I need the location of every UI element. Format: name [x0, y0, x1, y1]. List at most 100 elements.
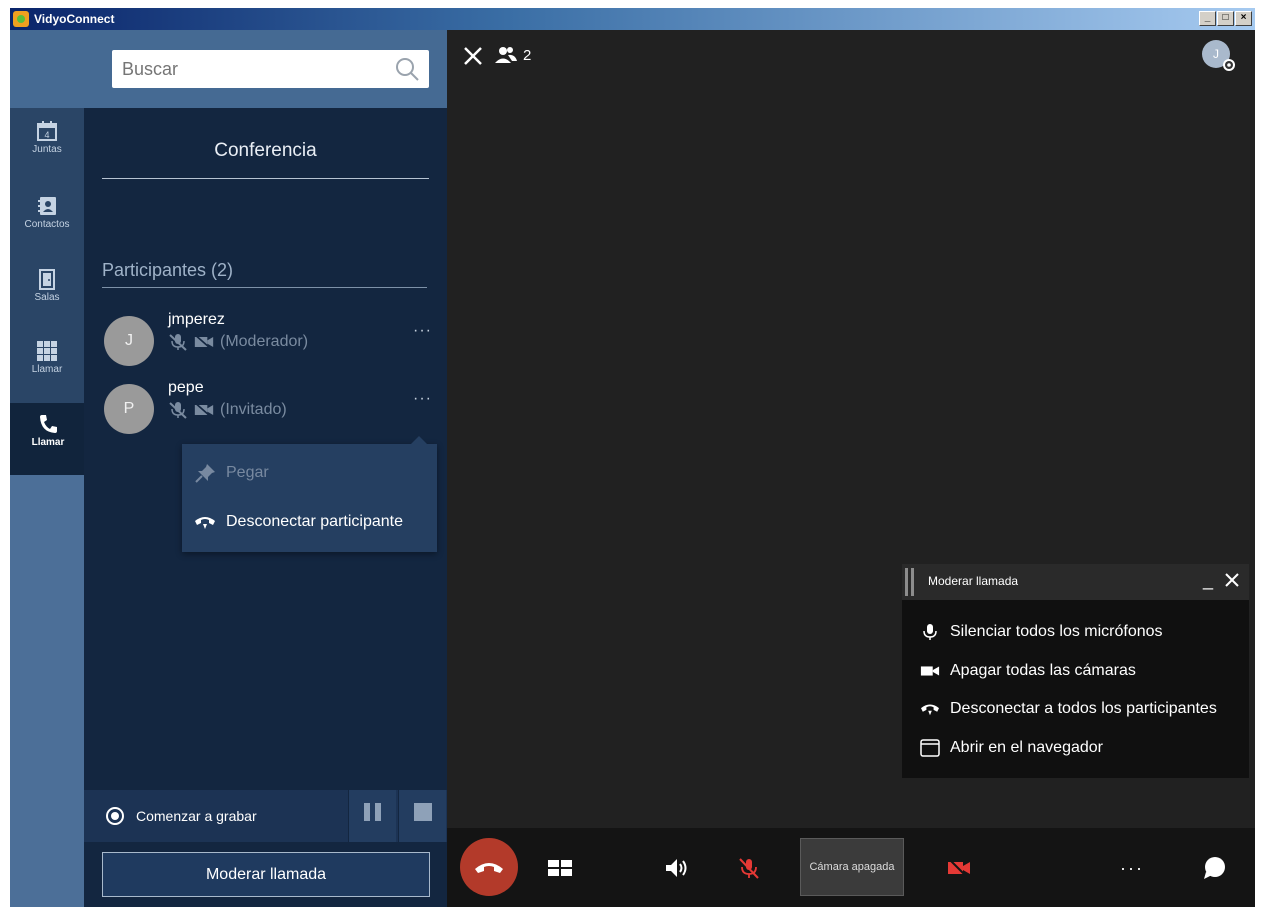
drag-handle-icon[interactable]: [905, 568, 915, 596]
start-recording-button[interactable]: Comenzar a grabar: [84, 790, 347, 842]
conference-title-divider: [102, 178, 429, 179]
recording-bar: Comenzar a grabar: [84, 790, 447, 842]
minimize-popup-button[interactable]: _: [1203, 570, 1213, 591]
camera-off-icon: [194, 334, 214, 350]
moderate-call-button[interactable]: Moderar llamada: [102, 852, 430, 897]
start-recording-label: Comenzar a grabar: [136, 808, 257, 824]
participant-status: (Invitado): [168, 401, 287, 419]
layout-button[interactable]: [543, 840, 577, 896]
participants-divider: [102, 287, 427, 288]
disconnect-participant-menu-item[interactable]: Desconectar participante: [194, 510, 403, 534]
nav-rail-bottom: [10, 475, 84, 907]
phone-icon: [40, 415, 57, 433]
minimize-window-button[interactable]: _: [1199, 11, 1216, 26]
more-options-button[interactable]: ···: [1114, 840, 1150, 896]
nav-item-call[interactable]: Llamar: [10, 403, 84, 475]
nav-item-label: Juntas: [32, 144, 62, 155]
moderate-popup-header: Moderar llamada _: [902, 564, 1249, 600]
disconnect-all-participants-item[interactable]: Desconectar a todos los participantes: [920, 697, 1217, 721]
moderate-area: Moderar llamada: [84, 842, 447, 907]
nav-item-label: Salas: [34, 292, 60, 303]
self-avatar-settings-button[interactable]: J: [1202, 40, 1235, 71]
participant-status: (Moderador): [168, 333, 308, 351]
nav-rail-top: [10, 30, 84, 108]
participant-more-button[interactable]: ···: [413, 390, 432, 408]
nav-item-juntas[interactable]: 4 Juntas: [10, 110, 84, 182]
chat-button[interactable]: [1198, 840, 1232, 896]
participants-icon: [495, 47, 517, 63]
speaker-button[interactable]: [660, 840, 694, 896]
mic-muted-icon: [169, 334, 187, 351]
nav-item-label: Contactos: [24, 219, 70, 230]
chat-bubble-icon: [1204, 857, 1225, 879]
participant-count: 2: [523, 46, 532, 64]
search-area: [84, 30, 447, 108]
nav-item-contactos[interactable]: Contactos: [10, 185, 84, 257]
microphone-icon: [923, 624, 937, 640]
nav-item-dialpad[interactable]: Llamar: [10, 330, 84, 402]
camera-toggle-button[interactable]: [942, 840, 976, 896]
camera-off-icon: [194, 402, 214, 418]
popup-item-label: Desconectar a todos los participantes: [950, 700, 1217, 717]
hangup-icon: [195, 517, 215, 529]
svg-text:4: 4: [44, 130, 49, 140]
hangup-icon: [475, 863, 503, 873]
layout-grid-icon: [548, 860, 572, 876]
open-in-browser-item[interactable]: Abrir en el navegador: [920, 736, 1103, 760]
close-panel-icon[interactable]: [463, 46, 483, 66]
participant-more-button[interactable]: ···: [413, 322, 432, 340]
close-window-button[interactable]: ×: [1235, 11, 1252, 26]
camera-icon: [920, 666, 940, 676]
window-title-bar: VidyoConnect _ □ ×: [10, 8, 1255, 30]
pin-icon: [195, 464, 215, 483]
participant-row[interactable]: P pepe (Invitado) ···: [102, 379, 432, 444]
window-title: VidyoConnect: [34, 12, 115, 26]
nav-item-salas[interactable]: Salas: [10, 258, 84, 330]
contacts-icon: [38, 197, 56, 215]
speaker-icon: [666, 859, 687, 877]
door-icon: [39, 269, 55, 290]
nav-rail: 4 Juntas Contactos Salas Llamar Llamar: [10, 30, 84, 907]
record-icon: [106, 807, 124, 825]
camera-preview-off: Cámara apagada: [800, 838, 904, 896]
participants-heading: Participantes (2): [102, 260, 234, 280]
popup-item-label: Silenciar todos los micrófonos: [950, 623, 1163, 640]
conference-title: Conferencia: [214, 140, 317, 161]
call-toolbar: Cámara apagada ···: [447, 828, 1255, 907]
hangup-icon: [921, 704, 939, 716]
popup-item-label: Apagar todas las cámaras: [950, 662, 1136, 679]
search-icon[interactable]: [395, 57, 419, 81]
participant-context-menu: Pegar Desconectar participante: [182, 436, 437, 552]
end-call-button[interactable]: [460, 838, 518, 896]
participant-role: (Moderador): [220, 333, 309, 350]
menu-item-label: Desconectar participante: [226, 513, 403, 530]
participant-count-button[interactable]: 2: [495, 46, 531, 64]
moderate-popup-title: Moderar llamada: [928, 574, 1019, 588]
moderate-call-popup: Moderar llamada _ Silenciar todos los mi…: [902, 564, 1249, 778]
window-controls: _ □ ×: [1199, 11, 1252, 26]
participant-avatar: P: [104, 384, 154, 434]
nav-item-label: Llamar: [31, 437, 65, 448]
vidyoconnect-logo-icon: [13, 11, 29, 27]
browser-window-icon: [920, 739, 940, 757]
self-avatar-initial: J: [1213, 47, 1219, 61]
mic-muted-icon: [739, 858, 759, 879]
participant-name: jmperez: [168, 311, 225, 328]
search-box: [112, 50, 429, 88]
maximize-window-button[interactable]: □: [1217, 11, 1234, 26]
participant-role: (Invitado): [220, 401, 287, 418]
mute-all-microphones-item[interactable]: Silenciar todos los micrófonos: [920, 620, 1163, 644]
participant-row[interactable]: J jmperez (Moderador) ···: [102, 311, 432, 376]
camera-off-icon: [948, 858, 970, 879]
pin-participant-menu-item[interactable]: Pegar: [194, 461, 269, 485]
turn-off-all-cameras-item[interactable]: Apagar todas las cámaras: [920, 659, 1136, 683]
microphone-toggle-button[interactable]: [732, 840, 766, 896]
mic-muted-icon: [169, 402, 187, 419]
gear-icon: [1223, 59, 1235, 71]
participant-avatar: J: [104, 316, 154, 366]
search-input[interactable]: [112, 50, 372, 88]
stop-recording-button[interactable]: [398, 790, 446, 842]
pause-recording-button[interactable]: [348, 790, 396, 842]
close-popup-icon[interactable]: [1225, 573, 1239, 587]
menu-item-label: Pegar: [226, 464, 269, 481]
